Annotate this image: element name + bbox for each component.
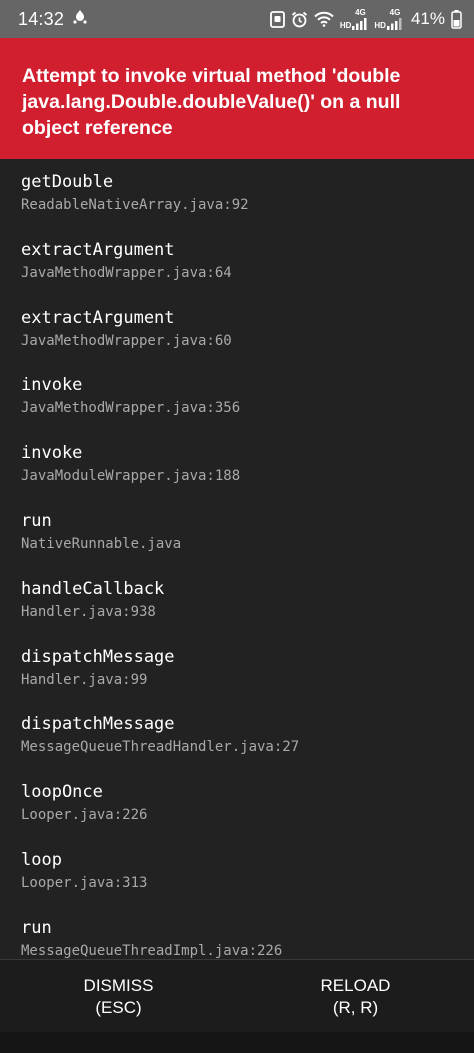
stack-trace-list[interactable]: getDouble ReadableNativeArray.java:92 extr… (0, 159, 474, 959)
frame-file: Handler.java:938 (21, 603, 156, 620)
reload-label: RELOAD (320, 975, 391, 995)
error-message: Attempt to invoke virtual method 'double… (22, 65, 401, 139)
stack-frame[interactable]: invoke JavaModuleWrapper.java:188 (21, 442, 461, 486)
signal-icon (386, 17, 403, 30)
stack-frame[interactable]: loop Looper.java:313 (21, 849, 461, 893)
frame-file: JavaMethodWrapper.java:356 (21, 400, 241, 417)
frame-method: extractArgument (21, 307, 175, 328)
stack-frame[interactable]: extractArgument JavaMethodWrapper.java:60 (21, 307, 461, 351)
frame-file: NativeRunnable.java (21, 536, 182, 552)
dismiss-shortcut: (ESC) (95, 997, 142, 1017)
error-header: Attempt to invoke virtual method 'double… (0, 38, 474, 159)
network-type-label: HD (339, 20, 352, 30)
status-bar: 14:32 HD 4G HD 4G 41% (0, 0, 474, 38)
alarm-icon (291, 11, 308, 28)
network-gen-label: 4G (355, 7, 366, 17)
network-gen-wrap: 4G (386, 7, 403, 30)
frame-file: Looper.java:313 (21, 875, 148, 891)
signal-icon (352, 17, 368, 30)
system-navigation-area (0, 1032, 474, 1053)
frame-file: JavaMethodWrapper.java:60 (21, 332, 232, 349)
reload-button[interactable]: RELOAD (R, R) (237, 960, 474, 1033)
frame-method: dispatchMessage (21, 714, 175, 735)
network-group-1: HD 4G (339, 7, 369, 30)
status-right: HD 4G HD 4G 41% (269, 7, 462, 30)
frame-method: loopOnce (21, 782, 103, 803)
frame-file: MessageQueueThreadHandler.java:27 (21, 739, 300, 756)
frame-method: dispatchMessage (21, 646, 175, 667)
stack-frame[interactable]: invoke JavaMethodWrapper.java:356 (21, 374, 461, 418)
frame-file: JavaMethodWrapper.java:64 (21, 264, 232, 281)
battery-icon (451, 9, 462, 29)
frame-file: MessageQueueThreadImpl.java:226 (21, 942, 283, 959)
network-group-2: HD 4G (374, 7, 403, 30)
frame-file: Handler.java:99 (21, 671, 148, 688)
network-type-label: HD (374, 20, 386, 30)
frame-method: getDouble (21, 172, 114, 192)
stack-frame[interactable]: loopOnce Looper.java:226 (21, 781, 461, 825)
frame-file: Looper.java:226 (21, 807, 148, 824)
status-left: 14:32 (18, 9, 88, 30)
stack-frame[interactable]: dispatchMessage MessageQueueThreadHandler… (21, 713, 461, 757)
stack-frame[interactable]: extractArgument JavaMethodWrapper.java:64 (21, 239, 461, 283)
frame-method: handleCallback (21, 578, 165, 599)
stack-frame[interactable]: run NativeRunnable.java (21, 510, 461, 554)
frame-method: run (21, 511, 52, 531)
wifi-icon (314, 11, 334, 27)
status-time: 14:32 (18, 8, 65, 29)
reload-shortcut: (R, R) (332, 997, 379, 1017)
frame-method: run (21, 917, 52, 938)
network-gen-label: 4G (389, 7, 401, 17)
frame-file: JavaModuleWrapper.java:188 (21, 468, 241, 485)
frame-method: loop (21, 850, 62, 870)
dismiss-button[interactable]: DISMISS (ESC) (0, 960, 237, 1033)
frame-file: ReadableNativeArray.java:92 (21, 197, 249, 213)
stack-frame[interactable]: run MessageQueueThreadImpl.java:226 (21, 917, 461, 959)
frame-method: extractArgument (21, 239, 175, 260)
stack-frame[interactable]: handleCallback Handler.java:938 (21, 578, 461, 622)
frame-method: invoke (21, 443, 83, 464)
battery-percent: 41% (410, 9, 445, 28)
network-gen-wrap: 4G (352, 7, 368, 30)
frame-method: invoke (21, 375, 83, 396)
notification-app-icon (72, 9, 88, 30)
stack-frame[interactable]: getDouble ReadableNativeArray.java:92 (21, 171, 461, 215)
screenshot-icon (269, 10, 285, 28)
action-bar: DISMISS (ESC) RELOAD (R, R) (0, 959, 474, 1033)
dismiss-label: DISMISS (83, 975, 154, 995)
stack-frame[interactable]: dispatchMessage Handler.java:99 (21, 646, 461, 690)
